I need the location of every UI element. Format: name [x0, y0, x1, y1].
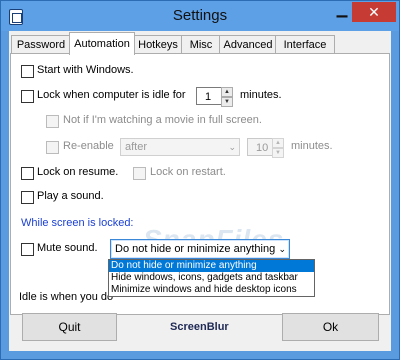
chevron-down-icon: ⌄ — [228, 142, 236, 152]
reenable-select-value: after — [125, 141, 148, 153]
lock-mode-dropdown-list: Do not hide or minimize anything Hide wi… — [108, 259, 315, 297]
spin-down-icon[interactable]: ▼ — [272, 148, 284, 158]
mute-sound-checkbox[interactable] — [21, 243, 34, 256]
play-sound-checkbox[interactable] — [21, 191, 34, 204]
play-sound-label: Play a sound. — [37, 190, 104, 202]
reenable-unit: minutes. — [291, 140, 333, 152]
lock-mode-select[interactable]: Do not hide or minimize anything ⌄ — [110, 239, 290, 259]
spin-up-icon[interactable]: ▲ — [272, 138, 284, 148]
lock-idle-checkbox[interactable] — [21, 90, 34, 103]
not-if-movie-checkbox[interactable] — [46, 115, 59, 128]
ok-button[interactable]: Ok — [282, 313, 379, 341]
start-with-windows-label: Start with Windows. — [37, 64, 134, 76]
idle-minutes-unit: minutes. — [240, 89, 282, 101]
idle-minutes-stepper[interactable]: ▲ ▼ — [221, 87, 233, 107]
brand-label: ScreenBlur — [170, 321, 229, 333]
lock-on-restart-label: Lock on restart. — [150, 166, 226, 178]
reenable-checkbox[interactable] — [46, 141, 59, 154]
minimize-button[interactable]: ▁ — [331, 2, 353, 21]
dropdown-option[interactable]: Hide windows, icons, gadgets and taskbar — [109, 272, 314, 284]
tab-advanced[interactable]: Advanced — [219, 35, 277, 54]
start-with-windows-checkbox[interactable] — [21, 65, 34, 78]
tab-hotkeys[interactable]: Hotkeys — [133, 35, 183, 54]
lock-on-restart-checkbox[interactable] — [133, 167, 146, 180]
spin-up-icon[interactable]: ▲ — [221, 87, 233, 97]
lock-on-resume-label: Lock on resume. — [37, 166, 119, 178]
section-while-locked: While screen is locked: — [21, 217, 134, 229]
quit-button[interactable]: Quit — [22, 313, 117, 341]
reenable-minutes-stepper[interactable]: ▲ ▼ — [272, 138, 284, 158]
tab-interface[interactable]: Interface — [275, 35, 335, 54]
idle-description: Idle is when you do — [19, 291, 114, 303]
idle-minutes-input[interactable]: 1 — [196, 87, 222, 105]
tab-automation[interactable]: Automation — [69, 32, 135, 55]
not-if-movie-label: Not if I'm watching a movie in full scre… — [63, 114, 262, 126]
dropdown-option[interactable]: Do not hide or minimize anything — [109, 260, 314, 272]
tab-misc[interactable]: Misc — [181, 35, 221, 54]
chevron-down-icon: ⌄ — [278, 244, 286, 254]
lock-idle-label: Lock when computer is idle for — [37, 89, 186, 101]
lock-on-resume-checkbox[interactable] — [21, 167, 34, 180]
mute-sound-label: Mute sound. — [37, 242, 98, 254]
spin-down-icon[interactable]: ▼ — [221, 97, 233, 107]
tab-password[interactable]: Password — [11, 35, 71, 54]
dropdown-option[interactable]: Minimize windows and hide desktop icons — [109, 284, 314, 296]
client-area: Password Automation Hotkeys Misc Advance… — [9, 31, 391, 351]
settings-window: Settings ▁ ✕ Password Automation Hotkeys… — [0, 0, 400, 360]
title-bar: Settings ▁ ✕ — [1, 1, 399, 31]
close-button[interactable]: ✕ — [352, 2, 396, 22]
lock-mode-select-value: Do not hide or minimize anything — [115, 243, 276, 255]
reenable-label: Re-enable — [63, 140, 114, 152]
reenable-select[interactable]: after ⌄ — [120, 138, 240, 156]
reenable-minutes-input[interactable]: 10 — [247, 138, 273, 156]
